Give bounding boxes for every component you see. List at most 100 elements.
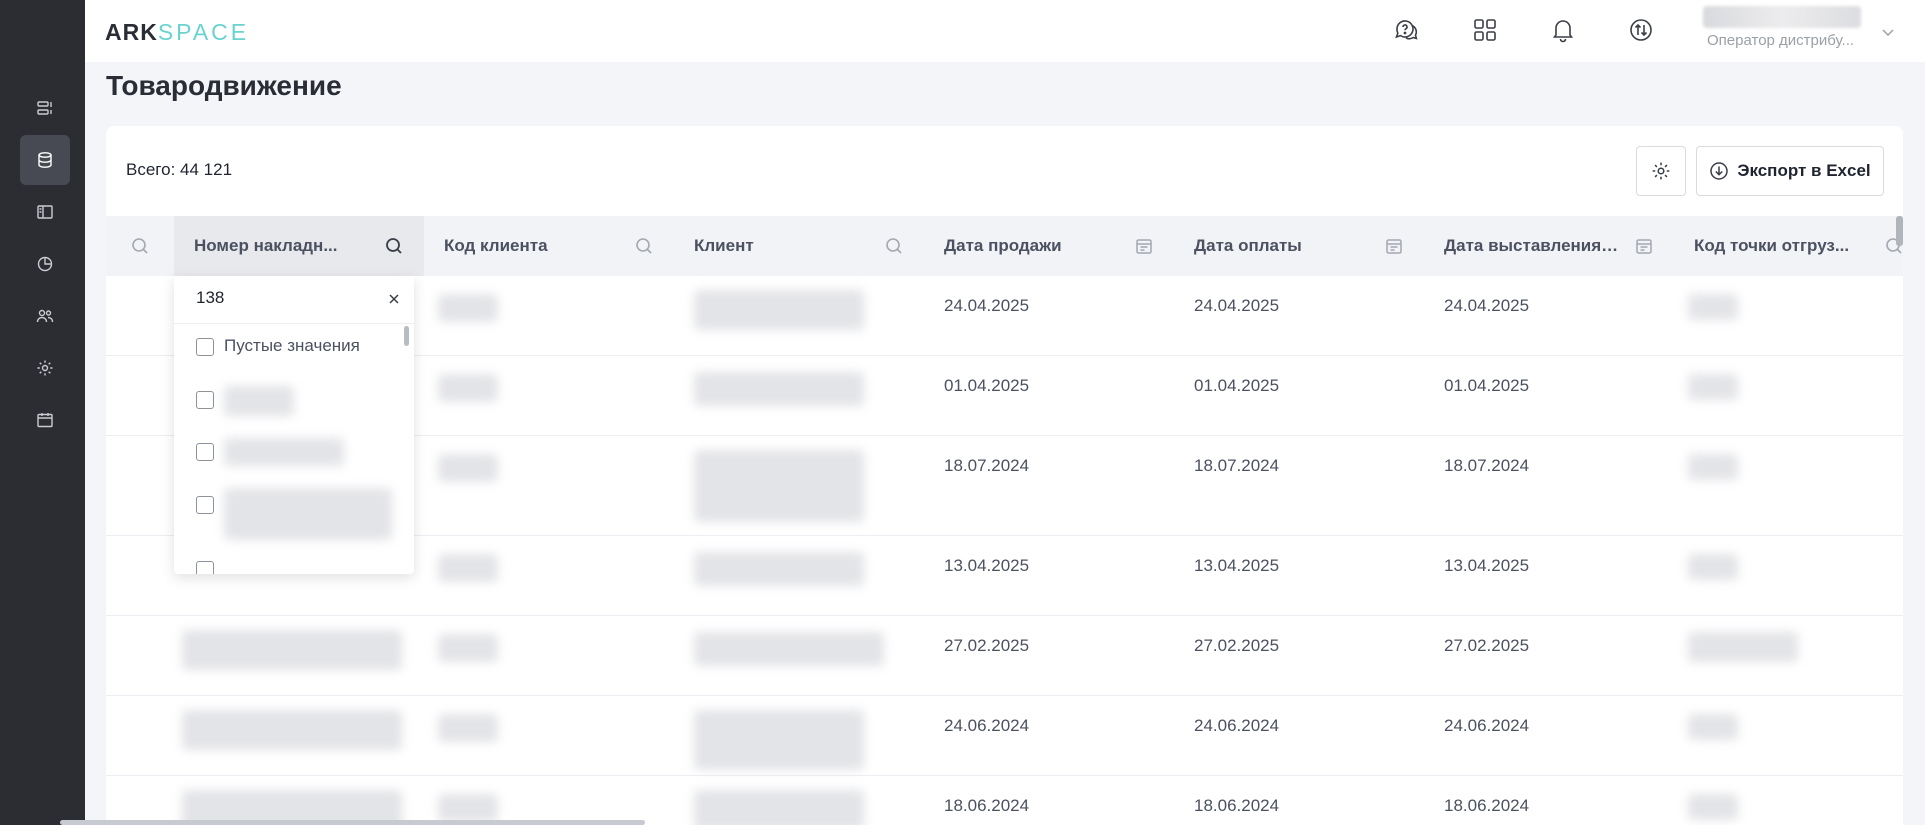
filter-option-checkbox[interactable] bbox=[196, 496, 214, 514]
column-label: Код точки отгруз... bbox=[1694, 236, 1850, 255]
horizontal-scrollbar[interactable] bbox=[60, 820, 645, 825]
search-icon[interactable] bbox=[384, 236, 404, 256]
calendar-icon bbox=[37, 413, 53, 428]
table-header: Номер накладн... Код клиента Клиент Дата… bbox=[106, 216, 1903, 276]
logo[interactable]: ARKSPACE bbox=[105, 19, 249, 46]
filter-option-checkbox[interactable] bbox=[196, 443, 214, 461]
column-header-client[interactable]: Клиент bbox=[674, 216, 924, 276]
client-code-cell bbox=[438, 554, 498, 582]
client-cell bbox=[694, 450, 864, 522]
issue-date-cell: 13.04.2025 bbox=[1444, 556, 1530, 575]
invoice-number-cell bbox=[182, 630, 402, 670]
export-label: Экспорт в Excel bbox=[1737, 161, 1871, 180]
shipping-point-cell bbox=[1688, 794, 1738, 820]
help-chat-icon bbox=[1395, 20, 1418, 40]
table-card: Всего: 44 121 Экспорт в Excel Номер накл… bbox=[106, 126, 1903, 825]
filter-scrollbar[interactable] bbox=[404, 326, 409, 346]
sidebar-item-calendar[interactable] bbox=[20, 395, 70, 445]
sale-date-cell: 01.04.2025 bbox=[944, 376, 1030, 395]
client-code-cell bbox=[438, 294, 498, 322]
column-label: Дата продажи bbox=[944, 236, 1062, 255]
calendar-icon[interactable] bbox=[1634, 236, 1654, 256]
payment-date-cell: 18.07.2024 bbox=[1194, 456, 1280, 475]
column-label: Дата выставления ... bbox=[1444, 236, 1619, 255]
client-cell bbox=[694, 552, 864, 586]
search-icon[interactable] bbox=[130, 236, 150, 256]
database-icon bbox=[38, 152, 52, 168]
payment-date-cell: 24.06.2024 bbox=[1194, 716, 1280, 735]
download-icon bbox=[1710, 162, 1729, 180]
issue-date-cell: 24.06.2024 bbox=[1444, 716, 1530, 735]
shipping-point-cell bbox=[1688, 454, 1738, 480]
divider bbox=[174, 323, 414, 324]
client-code-cell bbox=[438, 714, 498, 742]
user-role: Оператор дистрибу... bbox=[1707, 32, 1855, 49]
payment-date-cell: 01.04.2025 bbox=[1194, 376, 1280, 395]
issue-date-cell: 27.02.2025 bbox=[1444, 636, 1530, 655]
column-header-sale-date[interactable]: Дата продажи bbox=[924, 216, 1174, 276]
filter-option-label bbox=[224, 438, 344, 466]
sale-date-cell: 24.04.2025 bbox=[944, 296, 1030, 315]
export-excel-button[interactable]: Экспорт в Excel bbox=[1696, 146, 1884, 196]
payment-date-cell: 13.04.2025 bbox=[1194, 556, 1280, 575]
sidebar-item-database[interactable] bbox=[20, 135, 70, 185]
shipping-point-cell bbox=[1688, 294, 1738, 320]
column-label: Код клиента bbox=[444, 236, 548, 255]
client-code-cell bbox=[438, 634, 498, 662]
client-cell bbox=[694, 790, 864, 825]
sale-date-cell: 18.06.2024 bbox=[944, 796, 1030, 815]
empty-values-checkbox[interactable] bbox=[196, 338, 214, 356]
sidebar-item-settings[interactable] bbox=[20, 343, 70, 393]
payment-date-cell: 24.04.2025 bbox=[1194, 296, 1280, 315]
filter-option-checkbox[interactable] bbox=[196, 561, 214, 574]
calendar-icon[interactable] bbox=[1134, 236, 1154, 256]
sidebar-item-reports[interactable] bbox=[20, 239, 70, 289]
client-code-cell bbox=[438, 374, 498, 402]
bell-icon bbox=[1552, 20, 1574, 43]
top-bar: ARKSPACE Оператор дистрибу... bbox=[85, 0, 1925, 62]
chevron-down-icon[interactable] bbox=[1880, 24, 1896, 40]
search-icon[interactable] bbox=[884, 236, 904, 256]
table-row[interactable]: 18.06.2024 18.06.2024 18.06.2024 bbox=[106, 776, 1903, 825]
sync-button[interactable] bbox=[1626, 15, 1656, 45]
issue-date-cell: 18.07.2024 bbox=[1444, 456, 1530, 475]
gear-icon bbox=[37, 360, 53, 376]
filter-search-input[interactable]: 138 bbox=[196, 288, 224, 308]
user-name bbox=[1703, 6, 1861, 28]
sale-date-cell: 24.06.2024 bbox=[944, 716, 1030, 735]
column-header-invoice[interactable]: Номер накладн... bbox=[174, 216, 424, 276]
column-header-payment-date[interactable]: Дата оплаты bbox=[1174, 216, 1424, 276]
sale-date-cell: 18.07.2024 bbox=[944, 456, 1030, 475]
vertical-scrollbar[interactable] bbox=[1896, 216, 1903, 246]
filter-option-label bbox=[224, 488, 392, 540]
calendar-icon[interactable] bbox=[1384, 236, 1404, 256]
client-cell bbox=[694, 632, 884, 666]
notifications-button[interactable] bbox=[1548, 15, 1578, 45]
column-header-issue-date[interactable]: Дата выставления ... bbox=[1424, 216, 1674, 276]
table-settings-button[interactable] bbox=[1636, 146, 1686, 196]
column-header-client-code[interactable]: Код клиента bbox=[424, 216, 674, 276]
close-icon[interactable] bbox=[387, 292, 401, 306]
sale-date-cell: 13.04.2025 bbox=[944, 556, 1030, 575]
table-row[interactable]: 24.06.2024 24.06.2024 24.06.2024 bbox=[106, 696, 1903, 776]
shipping-point-cell bbox=[1688, 554, 1738, 580]
filter-option-checkbox[interactable] bbox=[196, 391, 214, 409]
empty-values-label: Пустые значения bbox=[224, 336, 360, 355]
sidebar-item-list[interactable] bbox=[20, 83, 70, 133]
search-icon[interactable] bbox=[634, 236, 654, 256]
help-chat-button[interactable] bbox=[1391, 15, 1421, 45]
table-row[interactable]: 27.02.2025 27.02.2025 27.02.2025 bbox=[106, 616, 1903, 696]
sidebar-item-book[interactable] bbox=[20, 187, 70, 237]
column-label: Дата оплаты bbox=[1194, 236, 1302, 255]
issue-date-cell: 01.04.2025 bbox=[1444, 376, 1530, 395]
total-count: Всего: 44 121 bbox=[126, 160, 233, 179]
sidebar-item-users[interactable] bbox=[20, 291, 70, 341]
client-cell bbox=[694, 290, 864, 330]
logo-accent: SPACE bbox=[157, 19, 250, 45]
issue-date-cell: 24.04.2025 bbox=[1444, 296, 1530, 315]
payment-date-cell: 27.02.2025 bbox=[1194, 636, 1280, 655]
client-code-cell bbox=[438, 794, 498, 822]
apps-grid-button[interactable] bbox=[1470, 15, 1500, 45]
column-header-shipping-point[interactable]: Код точки отгруз... bbox=[1674, 216, 1903, 276]
list-icon bbox=[37, 101, 52, 115]
